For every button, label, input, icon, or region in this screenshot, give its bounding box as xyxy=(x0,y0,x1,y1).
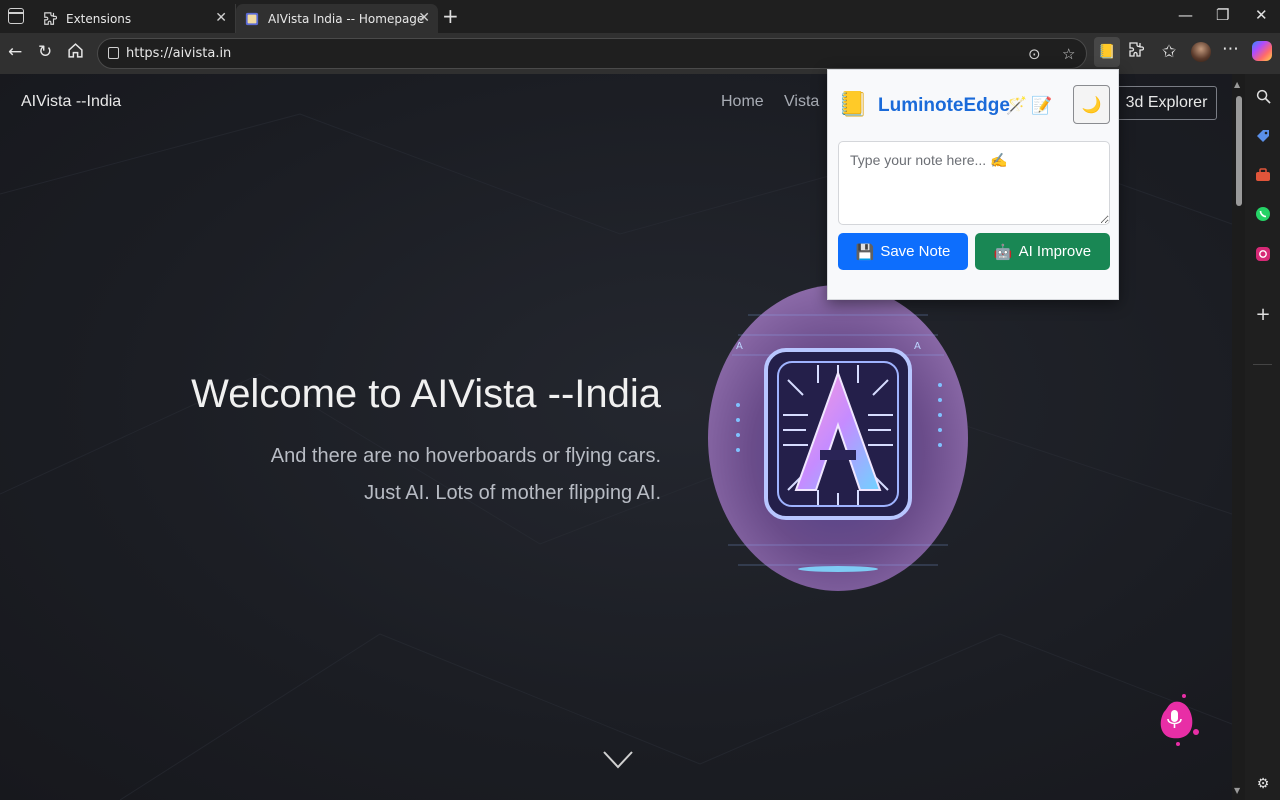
reload-icon[interactable]: ↻ xyxy=(38,42,52,62)
popup-title: LuminoteEdge xyxy=(878,95,1010,116)
voice-assistant-mic-icon[interactable] xyxy=(1152,692,1202,748)
copilot-icon[interactable] xyxy=(1252,41,1272,61)
sidebar-settings-gear-icon[interactable]: ⚙ xyxy=(1255,776,1271,792)
tab-title: AIVista India -- Homepage xyxy=(268,11,425,26)
close-window-icon[interactable]: ✕ xyxy=(1255,6,1268,24)
note-textarea[interactable] xyxy=(838,141,1110,225)
ai-improve-button[interactable]: 🤖 AI Improve xyxy=(975,233,1110,270)
scroll-down-icon[interactable]: ▼ xyxy=(1234,786,1240,795)
puzzle-icon xyxy=(42,11,58,27)
favorites-icon[interactable]: ✩ xyxy=(1162,42,1176,62)
new-tab-icon[interactable]: + xyxy=(442,4,459,28)
browser-toolbar: ← ↻ https://aivista.in ⊙ ☆ 📒 ✩ ⋯ xyxy=(0,33,1280,74)
close-tab-icon[interactable]: ✕ xyxy=(418,10,430,26)
tab-extensions[interactable]: Extensions ✕ xyxy=(34,4,236,33)
hero-title: Welcome to AIVista --India xyxy=(191,372,661,416)
robot-icon: 🤖 xyxy=(993,243,1013,261)
tab-actions-icon[interactable] xyxy=(8,8,24,24)
home-icon[interactable] xyxy=(67,42,84,64)
tab-bar: Extensions ✕ AIVista India -- Homepage ✕… xyxy=(0,0,1280,33)
tab-title: Extensions xyxy=(66,11,132,26)
edge-sidebar: + ⚙ xyxy=(1245,74,1280,800)
instagram-icon[interactable] xyxy=(1255,246,1271,262)
moon-icon: 🌙 xyxy=(1081,95,1102,114)
notebook-logo-icon: 📒 xyxy=(838,90,868,118)
luminote-extension-icon[interactable]: 📒 xyxy=(1094,37,1120,67)
save-note-button[interactable]: 💾 Save Note xyxy=(838,233,968,270)
search-icon[interactable] xyxy=(1255,88,1271,104)
luminote-popup: 📒 LuminoteEdge 🪄 📝 🌙 💾 Save Note 🤖 AI Im… xyxy=(827,69,1119,300)
back-icon[interactable]: ← xyxy=(8,42,22,62)
ai-improve-label: AI Improve xyxy=(1018,243,1092,260)
whatsapp-icon[interactable] xyxy=(1255,206,1271,222)
scroll-up-icon[interactable]: ▲ xyxy=(1234,80,1240,89)
nav-home[interactable]: Home xyxy=(721,93,764,111)
shopping-tag-icon[interactable] xyxy=(1255,128,1271,144)
reader-icon[interactable]: ⊙ xyxy=(1028,45,1041,63)
svg-text:A: A xyxy=(914,341,921,352)
theme-toggle-button[interactable]: 🌙 xyxy=(1073,85,1110,124)
lock-icon[interactable] xyxy=(108,47,119,59)
ai-chip-logo: A A xyxy=(708,285,968,592)
site-favicon-icon xyxy=(244,11,260,27)
add-sidebar-app-icon[interactable]: + xyxy=(1255,304,1271,325)
extensions-icon[interactable] xyxy=(1128,42,1145,63)
sidebar-divider xyxy=(1253,364,1272,365)
scroll-down-chevron-icon[interactable] xyxy=(602,750,634,770)
url-text[interactable]: https://aivista.in xyxy=(126,46,231,61)
minimize-icon[interactable]: — xyxy=(1178,6,1193,24)
favorite-star-icon[interactable]: ☆ xyxy=(1062,45,1075,63)
save-note-label: Save Note xyxy=(880,243,951,260)
floppy-disk-icon: 💾 xyxy=(855,243,875,261)
toolbox-icon[interactable] xyxy=(1255,167,1271,183)
close-tab-icon[interactable]: ✕ xyxy=(215,10,227,26)
3d-explorer-button[interactable]: 3d Explorer xyxy=(1116,86,1217,120)
magic-wand-icon: 🪄 xyxy=(1006,96,1028,116)
svg-text:A: A xyxy=(736,341,743,352)
site-brand[interactable]: AIVista --India xyxy=(21,93,121,111)
more-icon[interactable]: ⋯ xyxy=(1222,39,1239,59)
memo-icon: 📝 xyxy=(1031,96,1053,116)
tab-aivista[interactable]: AIVista India -- Homepage ✕ xyxy=(236,4,438,33)
avatar[interactable] xyxy=(1191,42,1211,62)
hero-subtitle-line2: Just AI. Lots of mother flipping AI. xyxy=(364,482,661,504)
page-scrollbar[interactable]: ▲ ▼ xyxy=(1232,74,1245,800)
nav-vista[interactable]: Vista xyxy=(784,93,819,111)
address-bar[interactable]: https://aivista.in ⊙ ☆ xyxy=(97,38,1087,69)
scrollbar-thumb[interactable] xyxy=(1236,96,1242,206)
hero-subtitle-line1: And there are no hoverboards or flying c… xyxy=(270,445,661,467)
restore-icon[interactable]: ❐ xyxy=(1216,6,1229,24)
